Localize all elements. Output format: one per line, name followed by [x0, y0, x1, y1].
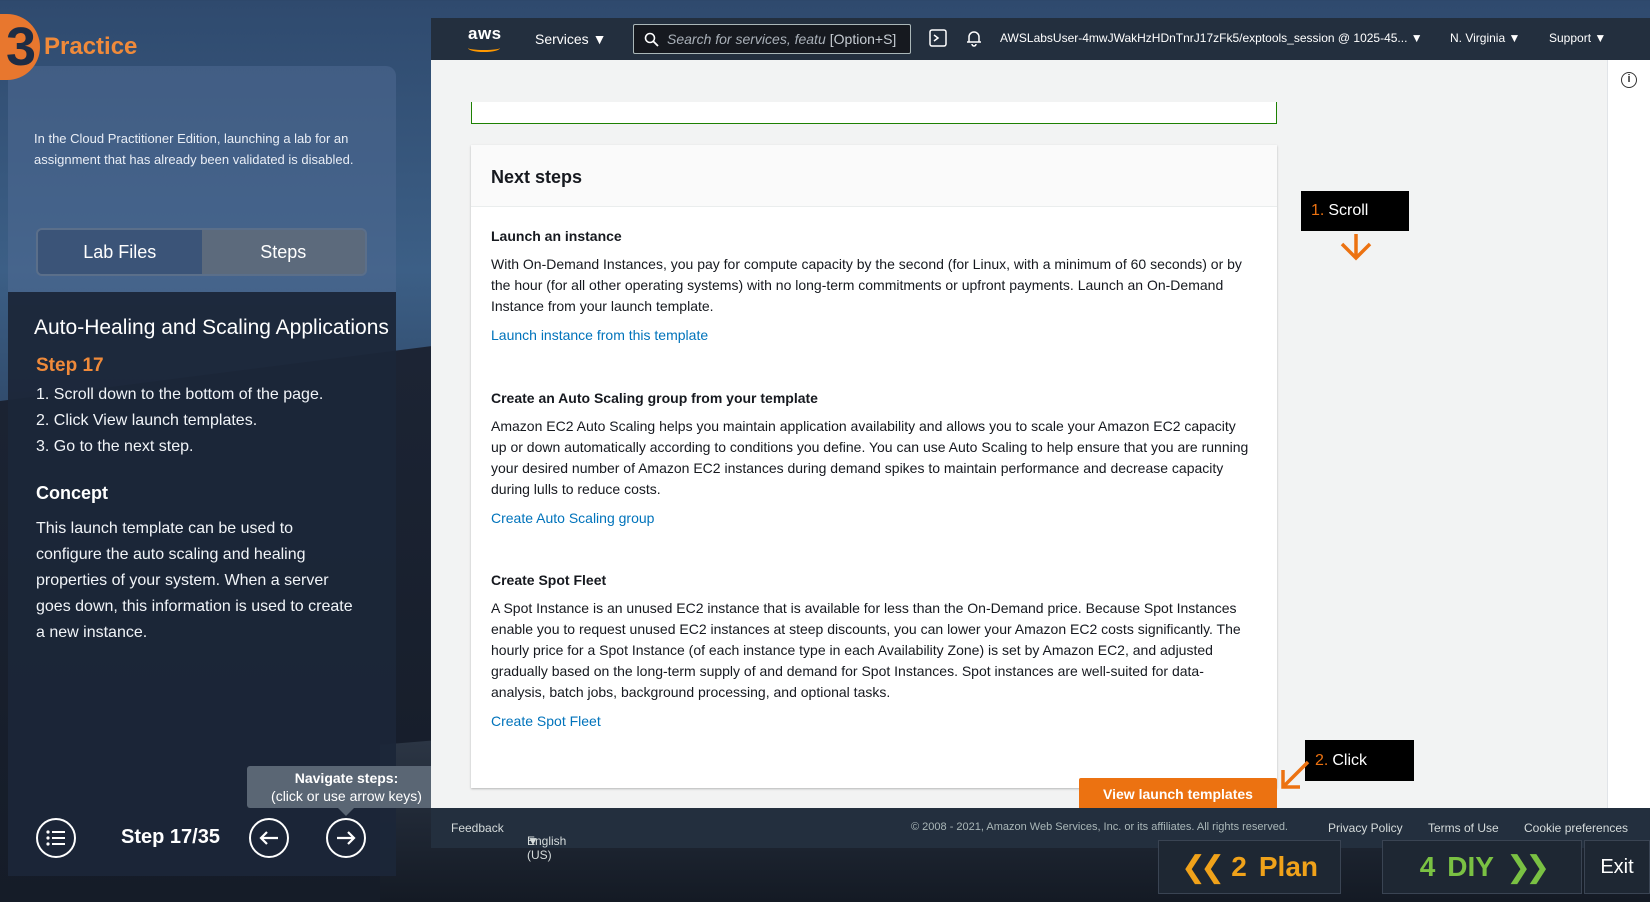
step-instruction: 3. Go to the next step. [36, 438, 194, 455]
privacy-policy-link[interactable]: Privacy Policy [1328, 821, 1403, 835]
section-body: Amazon EC2 Auto Scaling helps you mainta… [491, 418, 1249, 497]
step-counter: Step 17/35 [121, 826, 220, 848]
brand-label: Practice [44, 33, 138, 60]
callout-label: Scroll [1328, 202, 1369, 219]
arrow-right-icon [337, 831, 356, 845]
aws-console-window: aws Services ▼ Search for services, feat… [431, 18, 1650, 862]
chevron-down-icon: ▼ [1508, 31, 1521, 45]
account-menu[interactable]: AWSLabsUser-4mwJWakHzHDnTnrJ17zFk5/expto… [1000, 31, 1423, 45]
step-heading: Step 17 [36, 355, 104, 376]
concept-heading: Concept [36, 483, 108, 503]
step-instructions: 1. Scroll down to the bottom of the page… [36, 382, 323, 460]
arrow-down-left-icon [1281, 760, 1310, 789]
aws-top-nav: aws Services ▼ Search for services, feat… [431, 18, 1650, 60]
aws-logo-smile [468, 44, 500, 52]
brand-number: 3 [0, 14, 40, 80]
section-launch-instance: Launch an instance With On-Demand Instan… [491, 228, 1251, 343]
feedback-link[interactable]: Feedback [451, 821, 504, 835]
section-spot-fleet: Create Spot Fleet A Spot Instance is an … [491, 572, 1251, 729]
notice-text: In the Cloud Practitioner Edition, launc… [34, 131, 354, 167]
create-auto-scaling-link[interactable]: Create Auto Scaling group [491, 510, 1251, 526]
support-label: Support [1549, 31, 1592, 45]
diy-label: DIY [1447, 851, 1494, 882]
callout-number: 1. [1311, 202, 1325, 219]
tooltip-arrow [338, 808, 354, 816]
bell-icon[interactable] [965, 29, 983, 47]
card-title: Next steps [471, 145, 1277, 207]
section-heading: Create Spot Fleet [491, 572, 607, 588]
arrow-left-icon [259, 831, 278, 845]
plan-button[interactable]: ❮❮ 2 Plan [1158, 840, 1341, 894]
chevron-down-icon: ▼ [592, 31, 607, 47]
concept-text: This launch template can be used to conf… [36, 520, 353, 641]
region-label: N. Virginia [1450, 31, 1506, 45]
terms-of-use-link[interactable]: Terms of Use [1428, 821, 1499, 835]
account-label: AWSLabsUser-4mwJWakHzHDnTnrJ17zFk5/expto… [1000, 31, 1408, 45]
prev-step-button[interactable] [249, 818, 289, 858]
services-menu[interactable]: Services ▼ [535, 31, 606, 47]
exit-button[interactable]: Exit [1584, 840, 1650, 894]
support-menu[interactable]: Support ▼ [1549, 31, 1606, 45]
click-callout: 2. Click [1305, 740, 1414, 781]
callout-label: Click [1332, 751, 1368, 769]
diy-button[interactable]: 4 DIY ❯❯ [1382, 840, 1582, 894]
double-chevron-left-icon: ❮❮ [1181, 850, 1225, 884]
panel-tabs: Lab Files Steps [36, 228, 367, 276]
scroll-callout: 1. Scroll [1301, 191, 1409, 231]
plan-label: Plan [1258, 851, 1318, 882]
section-auto-scaling: Create an Auto Scaling group from your t… [491, 390, 1251, 526]
tab-steps[interactable]: Steps [201, 230, 365, 274]
info-icon[interactable]: i [1621, 72, 1637, 88]
tab-lab-files[interactable]: Lab Files [38, 230, 202, 274]
navigate-tooltip: Navigate steps: (click or use arrow keys… [247, 766, 446, 808]
tooltip-title: Navigate steps: [294, 770, 399, 786]
next-steps-card: Next steps Launch an instance With On-De… [471, 145, 1277, 788]
right-rail [1607, 60, 1650, 808]
section-body: With On-Demand Instances, you pay for co… [491, 256, 1242, 314]
aws-logo[interactable]: aws [468, 24, 502, 44]
search-input[interactable]: Search for services, featu [Option+S] [633, 24, 911, 54]
search-placeholder: Search for services, featu [667, 31, 826, 47]
chevron-down-icon: ▼ [527, 834, 539, 848]
next-step-button[interactable] [326, 818, 366, 858]
copyright-text: © 2008 - 2021, Amazon Web Services, Inc.… [911, 821, 1288, 833]
create-spot-fleet-link[interactable]: Create Spot Fleet [491, 713, 1251, 729]
callout-number: 2. [1315, 751, 1329, 769]
section-heading: Create an Auto Scaling group from your t… [491, 390, 818, 406]
step-instruction: 2. Click View launch templates. [36, 412, 258, 429]
step-list-button[interactable] [36, 818, 76, 858]
view-launch-templates-button[interactable]: View launch templates [1079, 778, 1277, 810]
step-instruction: 1. Scroll down to the bottom of the page… [36, 386, 324, 403]
plan-number: 2 [1231, 851, 1247, 882]
section-body: A Spot Instance is an unused EC2 instanc… [491, 600, 1241, 700]
search-icon [644, 32, 659, 47]
main-content: Next steps Launch an instance With On-De… [431, 60, 1607, 808]
chevron-down-icon: ▼ [1410, 31, 1423, 45]
services-label: Services [535, 31, 589, 47]
cloudshell-icon[interactable] [929, 29, 947, 47]
diy-number: 4 [1419, 851, 1436, 882]
launch-instance-link[interactable]: Launch instance from this template [491, 327, 1251, 343]
list-icon [46, 830, 65, 846]
tooltip-text: (click or use arrow keys) [271, 788, 422, 804]
arrow-down-icon [1340, 234, 1372, 261]
lesson-title: Auto-Healing and Scaling Applications [34, 316, 389, 339]
cookie-preferences-link[interactable]: Cookie preferences [1524, 821, 1628, 835]
brand: 3 Practice [0, 14, 137, 80]
section-heading: Launch an instance [491, 228, 622, 244]
chevron-down-icon: ▼ [1594, 31, 1607, 45]
double-chevron-right-icon: ❯❯ [1505, 850, 1550, 884]
search-shortcut-hint: [Option+S] [829, 31, 897, 47]
success-panel-bottom [471, 102, 1277, 124]
region-menu[interactable]: N. Virginia ▼ [1450, 31, 1520, 45]
